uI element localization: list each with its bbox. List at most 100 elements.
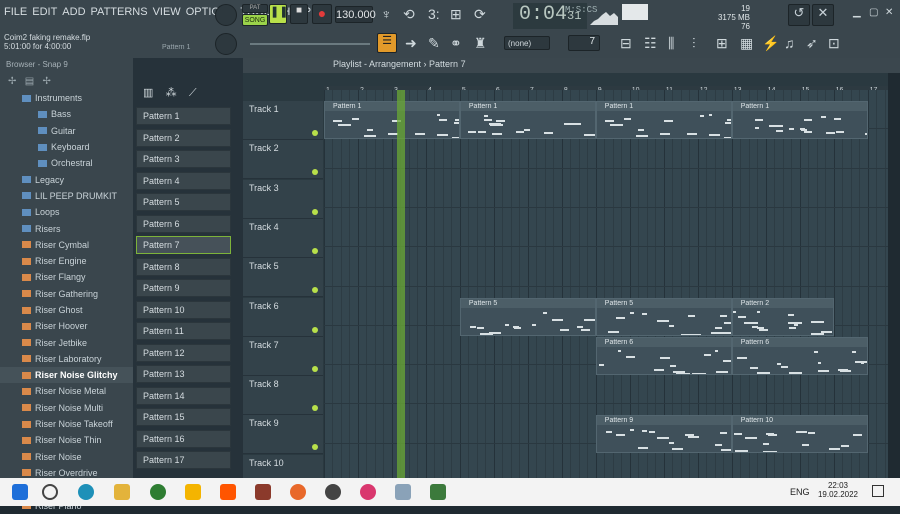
menu-patterns[interactable]: PATTERNS	[91, 6, 148, 18]
browser-item[interactable]: Riser Engine	[0, 253, 133, 269]
browser-item[interactable]: Orchestral	[0, 155, 133, 171]
browser-item[interactable]: Riser Cymbal	[0, 237, 133, 253]
pattern-item[interactable]: Pattern 13	[136, 365, 231, 383]
track-mute-led[interactable]	[312, 130, 318, 136]
step-edit-icon[interactable]: ⊞	[450, 7, 462, 21]
explorer-icon[interactable]	[114, 484, 130, 500]
search-icon[interactable]	[42, 484, 58, 500]
language-indicator[interactable]: ENG	[790, 487, 810, 497]
menu-file[interactable]: FILE	[4, 6, 27, 18]
piano-roll-icon[interactable]: ⊟	[620, 36, 632, 50]
pattern-item[interactable]: Pattern 12	[136, 343, 231, 362]
browser-item[interactable]: Riser Noise Glitchy	[0, 367, 133, 384]
browser-item[interactable]: Riser Noise Thin	[0, 432, 133, 448]
settings-button[interactable]: ✕	[812, 4, 834, 26]
pattern-item[interactable]: Pattern 9	[136, 279, 231, 297]
obs-icon[interactable]	[325, 484, 341, 500]
undo-button[interactable]: ↺	[788, 4, 810, 26]
master-pitch-knob[interactable]	[215, 33, 237, 55]
pen-icon[interactable]: ✎	[428, 36, 440, 50]
utorrent-icon[interactable]	[150, 484, 166, 500]
browser-item[interactable]: Instruments	[0, 90, 133, 106]
browser-item[interactable]: Riser Noise Multi	[0, 400, 133, 416]
share-icon[interactable]: ➶	[806, 36, 818, 50]
clock[interactable]: 22:03 19.02.2022	[818, 481, 858, 499]
edge-icon[interactable]	[78, 484, 94, 500]
pattern-clip[interactable]: Pattern 1	[324, 101, 460, 139]
hat-icon[interactable]: ♜	[474, 36, 487, 50]
browser-item[interactable]: Riser Noise Metal	[0, 383, 133, 399]
pattern-clip[interactable]: Pattern 1	[731, 101, 868, 139]
browser-item[interactable]: Riser Noise Takeoff	[0, 416, 133, 432]
pattern-clip[interactable]: Pattern 5	[595, 297, 732, 336]
minimize-icon[interactable]: ▁	[853, 8, 861, 18]
soundcloud-icon[interactable]	[220, 484, 236, 500]
track-mute-led[interactable]	[312, 405, 318, 412]
song-toggle[interactable]: SONG	[242, 14, 268, 26]
track-header[interactable]: Track 5	[243, 258, 323, 298]
pattern-item[interactable]: Pattern 6	[136, 214, 231, 233]
browser-item[interactable]: Loops	[0, 204, 133, 220]
browser-item[interactable]: Risers	[0, 220, 133, 236]
pattern-item[interactable]: Pattern 4	[136, 171, 231, 190]
channel-rack-icon[interactable]: ☷	[644, 36, 657, 50]
link-icon[interactable]: ⚭	[450, 36, 462, 50]
browser-item[interactable]: Riser Ghost	[0, 302, 133, 318]
wait-input-icon[interactable]: ⟲	[403, 7, 415, 21]
pattern-item[interactable]: Pattern 8	[136, 257, 231, 276]
pattern-clip[interactable]: Pattern 6	[595, 336, 732, 375]
pattern-clip[interactable]: Pattern 1	[595, 101, 732, 139]
snap-select[interactable]: (none)	[504, 36, 550, 50]
pattern-item[interactable]: Pattern 1	[136, 107, 231, 125]
pattern-clip[interactable]: Pattern 6	[731, 336, 868, 375]
track-header[interactable]: Track 1	[243, 101, 323, 140]
save-icon[interactable]: ▦	[740, 36, 753, 50]
track-mute-led[interactable]	[312, 326, 318, 333]
menu-edit[interactable]: EDIT	[32, 6, 57, 18]
pattern-item[interactable]: Pattern 16	[136, 429, 231, 448]
app-icon[interactable]	[430, 484, 446, 500]
start-icon[interactable]	[12, 484, 28, 500]
window-icon[interactable]	[395, 484, 411, 500]
restore-icon[interactable]: ▢	[869, 8, 878, 18]
close-icon[interactable]: ✕	[885, 8, 893, 18]
arrangement-grid[interactable]: Pattern 1 Pattern 1 Pattern 1 Pattern 1 Patt…	[324, 90, 888, 478]
pattern-item[interactable]: Pattern 7	[136, 236, 231, 254]
notifications-icon[interactable]	[872, 485, 884, 497]
pattern-item[interactable]: Pattern 5	[136, 193, 231, 211]
countdown-icon[interactable]: 3:	[428, 7, 440, 21]
track-mute-led[interactable]	[312, 287, 318, 294]
pattern-item[interactable]: Pattern 10	[136, 300, 231, 319]
browser-item[interactable]: Riser Laboratory	[0, 351, 133, 367]
browser-tool-icons[interactable]: ✢ ▤ ✢	[8, 76, 51, 87]
pattern-clip[interactable]: Pattern 5	[459, 297, 596, 336]
track-mute-led[interactable]	[312, 444, 318, 451]
menu-view[interactable]: VIEW	[153, 6, 181, 18]
track-mute-led[interactable]	[312, 169, 318, 176]
stop-button[interactable]: ■	[290, 4, 308, 24]
pattern-item[interactable]: Pattern 11	[136, 322, 231, 340]
browser-item[interactable]: Bass	[0, 106, 133, 122]
browser-item[interactable]: Riser Hoover	[0, 318, 133, 334]
track-mute-led[interactable]	[312, 247, 318, 254]
browser-item[interactable]: LIL PEEP DRUMKIT	[0, 188, 133, 204]
track-mute-led[interactable]	[312, 365, 318, 372]
browser-item[interactable]: Keyboard	[0, 139, 133, 155]
fl-studio-icon[interactable]	[290, 484, 306, 500]
arrow-icon[interactable]: ➜	[405, 36, 417, 50]
pattern-item[interactable]: Pattern 3	[136, 150, 231, 168]
track-header[interactable]: Track 4	[243, 218, 323, 258]
menu-add[interactable]: ADD	[62, 6, 85, 18]
cart-icon[interactable]: ⊡	[828, 36, 840, 50]
playlist-view-button[interactable]: ☰	[377, 33, 397, 53]
pattern-clip[interactable]: Pattern 9	[595, 415, 732, 454]
pattern-clip[interactable]: Pattern 1	[459, 101, 596, 139]
track-header[interactable]: Track 9	[243, 415, 323, 455]
track-header[interactable]: Track 8	[243, 376, 323, 416]
tempo-display[interactable]: 130.000	[335, 6, 376, 23]
plugin-icon[interactable]: ⚡	[762, 36, 779, 50]
browser-item[interactable]: Legacy	[0, 171, 133, 187]
browser-item[interactable]: Riser Flangy	[0, 269, 133, 285]
pattern-item[interactable]: Pattern 17	[136, 451, 231, 469]
master-slider[interactable]	[250, 43, 370, 45]
